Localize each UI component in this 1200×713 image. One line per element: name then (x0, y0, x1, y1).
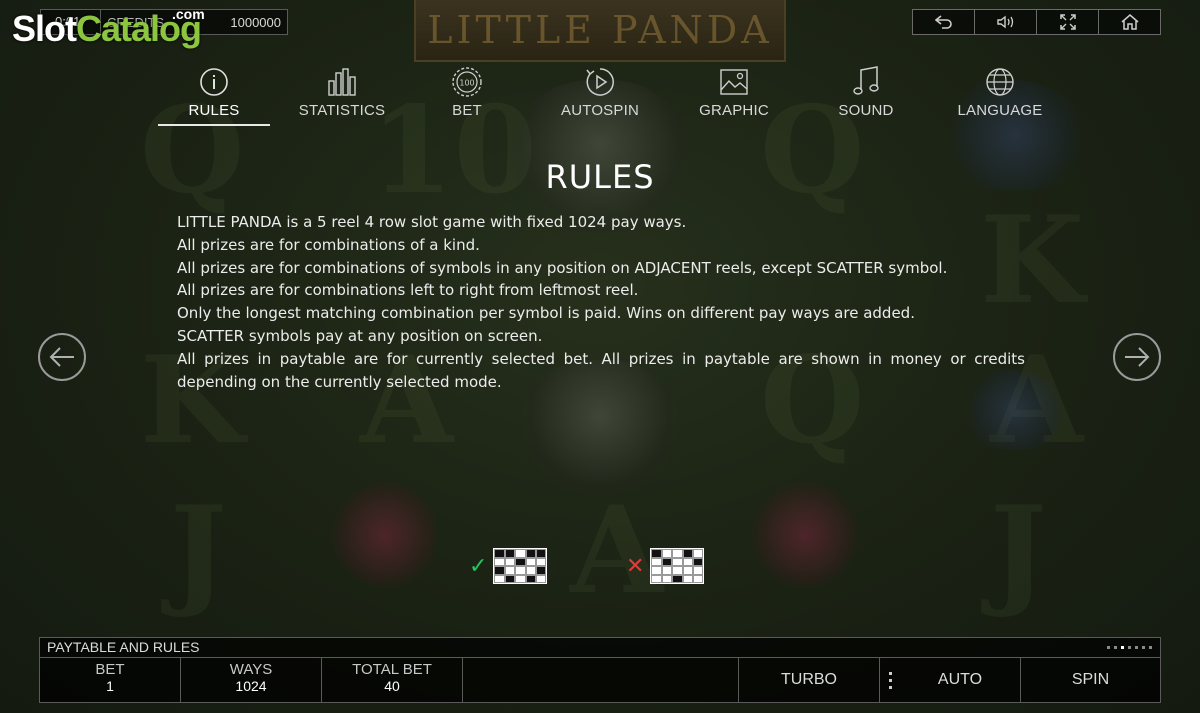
bet-label: BET (95, 661, 125, 678)
info-icon (200, 68, 228, 96)
chip-icon: 100 (452, 67, 482, 97)
ways-value: 1024 (235, 678, 267, 694)
auto-menu-icon[interactable] (880, 658, 900, 702)
tab-autospin[interactable]: AUTOSPIN (532, 64, 668, 126)
tab-language-label: LANGUAGE (957, 102, 1043, 119)
bottom-spacer (463, 658, 739, 702)
total-bet-value: 40 (384, 678, 400, 694)
globe-icon (986, 68, 1014, 96)
page-dot-active (1121, 646, 1124, 649)
page-dot (1114, 646, 1117, 649)
arrow-left-icon (49, 347, 74, 367)
game-title-banner: LITTLE PANDA (414, 0, 786, 62)
auto-label: AUTO (937, 671, 983, 688)
rules-title: RULES (545, 158, 655, 196)
spin-button[interactable]: SPIN (1021, 658, 1160, 702)
slotcatalog-logo: SlotCatalog .com (12, 6, 205, 50)
ways-label: WAYS (229, 661, 273, 678)
spin-label: SPIN (1071, 671, 1110, 688)
check-icon: ✓ (469, 553, 488, 579)
paytable-header: PAYTABLE AND RULES (39, 637, 1161, 658)
tab-language[interactable]: LANGUAGE (932, 64, 1068, 126)
previous-page-button[interactable] (38, 333, 86, 381)
tab-bet-label: BET (452, 102, 482, 119)
valid-way-example: ✓ (469, 548, 548, 584)
rule-line: SCATTER symbols pay at any position on s… (177, 326, 543, 345)
image-icon (720, 69, 748, 95)
invalid-way-grid (650, 548, 705, 584)
ways-panel: WAYS 1024 (181, 658, 322, 702)
bottom-control-bar: BET 1 WAYS 1024 TOTAL BET 40 TURBO AUTO … (39, 657, 1161, 703)
bet-panel[interactable]: BET 1 (40, 658, 181, 702)
back-button[interactable] (913, 10, 975, 34)
music-icon (853, 66, 879, 95)
fullscreen-icon (1059, 14, 1076, 30)
bet-value: 1 (106, 678, 114, 694)
logo-slot-text: Slot (12, 8, 77, 49)
tab-rules-label: RULES (188, 102, 240, 119)
rule-line: All prizes in paytable are for currently… (177, 349, 1025, 391)
bar-chart-icon (328, 68, 356, 96)
tab-statistics[interactable]: STATISTICS (274, 64, 410, 126)
sound-icon (996, 15, 1013, 29)
game-title: LITTLE PANDA (427, 8, 773, 52)
back-arrow-icon (934, 15, 952, 29)
page-dot (1107, 646, 1110, 649)
rule-line: Only the longest matching combination pe… (177, 304, 915, 323)
sound-button[interactable] (975, 10, 1037, 34)
invalid-way-example: ✕ (626, 548, 705, 584)
page-dot (1142, 646, 1145, 649)
page-dot (1135, 646, 1138, 649)
page-dot (1149, 646, 1152, 649)
tab-sound[interactable]: SOUND (798, 64, 934, 126)
chip-text: 100 (459, 79, 474, 88)
autospin-icon (586, 68, 614, 96)
paytable-header-label: PAYTABLE AND RULES (47, 639, 200, 655)
total-bet-label: TOTAL BET (352, 661, 432, 678)
tab-graphic[interactable]: GRAPHIC (666, 64, 802, 126)
credits-value: 1000000 (230, 14, 281, 30)
auto-button[interactable]: AUTO (900, 658, 1021, 702)
home-icon (1121, 14, 1138, 30)
tab-graphic-label: GRAPHIC (699, 102, 769, 119)
home-button[interactable] (1099, 10, 1160, 34)
fullscreen-button[interactable] (1037, 10, 1099, 34)
page-dot (1128, 646, 1131, 649)
rule-line: All prizes are for combinations of symbo… (177, 258, 948, 277)
page-indicator (1107, 646, 1152, 649)
rule-line: All prizes are for combinations left to … (177, 281, 639, 300)
tab-sound-label: SOUND (838, 102, 894, 119)
tab-statistics-label: STATISTICS (298, 102, 386, 119)
next-page-button[interactable] (1113, 333, 1161, 381)
tab-autospin-label: AUTOSPIN (560, 102, 639, 119)
paytable-tabs: RULES STATISTICS 100 BET AUTOSPIN GRAPHI… (146, 64, 1066, 128)
turbo-label: TURBO (781, 671, 837, 688)
rules-text: LITTLE PANDA is a 5 reel 4 row slot game… (177, 211, 1025, 393)
cross-icon: ✕ (626, 553, 645, 579)
rule-line: All prizes are for combinations of a kin… (177, 235, 480, 254)
tab-bet[interactable]: 100 BET (399, 64, 535, 126)
logo-com-text: .com (172, 6, 205, 22)
total-bet-panel: TOTAL BET 40 (322, 658, 463, 702)
rule-line: LITTLE PANDA is a 5 reel 4 row slot game… (177, 213, 687, 231)
valid-way-grid (493, 548, 548, 584)
tab-rules[interactable]: RULES (146, 64, 282, 126)
top-button-bar (912, 9, 1161, 35)
turbo-button[interactable]: TURBO (739, 658, 880, 702)
arrow-right-icon (1125, 347, 1150, 367)
